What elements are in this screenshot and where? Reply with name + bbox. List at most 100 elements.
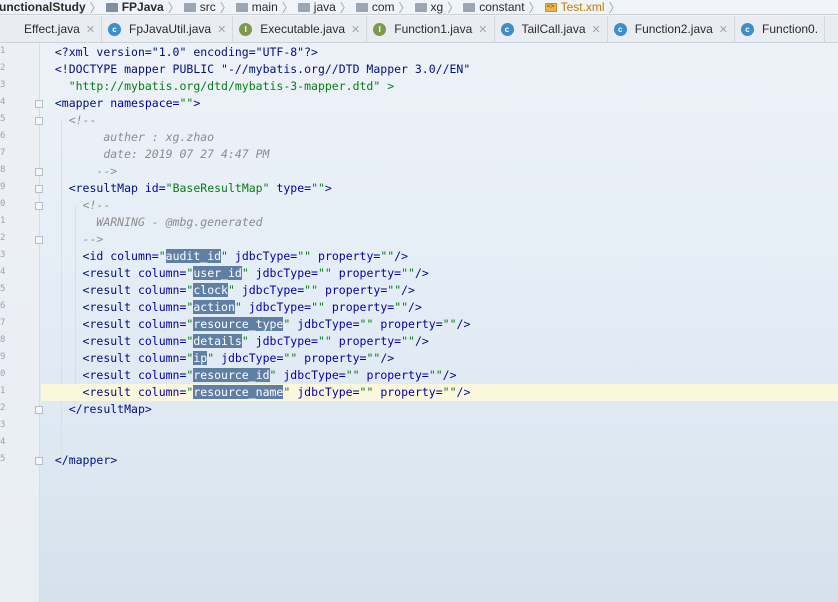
close-icon[interactable]: ✕ [86,23,95,36]
breadcrumb-separator-icon: 〉 [398,0,411,15]
folder-icon [463,2,476,12]
line-number: 5 [0,454,6,464]
line-number: 9 [0,352,6,362]
folder-icon [297,2,310,12]
code-line: <!-- [82,198,111,212]
line-number: 1 [0,46,6,56]
line-number: 8 [0,165,6,175]
breadcrumb-separator-icon: 〉 [608,0,621,15]
code-line: WARNING - @mbg.generated [96,215,263,229]
breadcrumb-separator-icon: 〉 [89,0,102,15]
selected-text: ip [193,351,208,365]
class-icon: c [108,22,122,36]
line-number: 1 [0,386,6,396]
line-number: 2 [0,63,6,73]
xml-file-icon: <> [544,2,557,12]
project-folder-icon [105,2,118,12]
breadcrumb-item-constant[interactable]: constant [460,0,527,14]
selected-text: audit_id [165,249,222,263]
breadcrumb-separator-icon: 〉 [281,0,294,15]
line-number: 2 [0,403,6,413]
code-line: date: 2019 07 27 4:47 PM [103,147,270,161]
code-content[interactable]: <?xml version="1.0" encoding="UTF-8"?> <… [41,44,838,469]
code-line: </resultMap> [68,402,152,416]
tab-fpjavautil-java[interactable]: c FpJavaUtil.java ✕ [102,16,234,42]
class-icon: c [500,22,514,36]
selected-text: action [193,300,235,314]
selected-text: resource_name [193,385,284,399]
editor-gutter[interactable]: 1 2 3 4 5 6 7 8 9 0 1 2 3 4 5 6 7 8 9 0 … [0,44,43,602]
close-icon[interactable]: ✕ [351,23,360,36]
breadcrumb-separator-icon: 〉 [528,0,541,15]
breadcrumb-item-com[interactable]: com [353,0,398,14]
line-number: 3 [0,250,6,260]
editor-tab-bar: Effect.java ✕ c FpJavaUtil.java ✕ I Exec… [0,16,838,43]
interface-icon: I [373,22,387,36]
breadcrumb-item-src[interactable]: src [181,0,219,14]
close-icon[interactable]: ✕ [217,23,226,36]
code-line: <result column="resource_id" jdbcType=""… [82,368,457,382]
breadcrumb-separator-icon: 〉 [219,0,232,15]
line-number: 4 [0,267,6,277]
line-number: 2 [0,233,6,243]
line-number: 7 [0,318,6,328]
line-number: 9 [0,182,6,192]
code-editor[interactable]: <?xml version="1.0" encoding="UTF-8"?> <… [41,44,838,602]
tab-function1-java[interactable]: I Function1.java ✕ [367,16,495,42]
breadcrumb-item-fpjava[interactable]: FPJava [103,0,167,14]
code-line: <result column="resource_type" jdbcType=… [82,317,471,331]
code-line: <result column="action" jdbcType="" prop… [82,300,422,314]
code-line: <result column="details" jdbcType="" pro… [82,334,429,348]
tab-executable-java[interactable]: I Executable.java ✕ [233,16,368,42]
line-number: 6 [0,131,6,141]
code-line: <?xml version="1.0" encoding="UTF-8"?> [54,45,318,59]
tab-function0-java[interactable]: c Function0. [735,16,826,42]
close-icon[interactable]: ✕ [719,23,728,36]
breadcrumb-item-xg[interactable]: xg [412,0,447,14]
breadcrumb-separator-icon: 〉 [447,0,460,15]
folder-icon [183,2,196,12]
code-line: auther : xg.zhao [103,130,215,144]
breadcrumb-item-test-xml[interactable]: <> Test.xml [542,0,608,14]
tab-function2-java[interactable]: c Function2.java ✕ [608,16,736,42]
line-number: 7 [0,148,6,158]
breadcrumb: unctionalStudy 〉 FPJava 〉 src 〉 main 〉 j… [0,0,838,15]
line-number: 8 [0,335,6,345]
code-line: <!DOCTYPE mapper PUBLIC "-//mybatis.org/… [54,62,471,76]
code-line: <mapper namespace=""> [54,96,201,110]
selected-text: resource_type [193,317,284,331]
code-line: "http://mybatis.org/dtd/mybatis-3-mapper… [68,79,395,93]
selected-text: user_id [193,266,242,280]
class-icon: c [613,22,627,36]
line-number: 3 [0,420,6,430]
line-number: 4 [0,437,6,447]
folder-icon [414,2,427,12]
tab-tailcall-java[interactable]: c TailCall.java ✕ [495,16,608,42]
selected-text: clock [193,283,228,297]
code-line: <id column="audit_id" jdbcType="" proper… [82,249,409,263]
code-line: <result column="ip" jdbcType="" property… [82,351,395,365]
breadcrumb-separator-icon: 〉 [339,0,352,15]
selected-text: resource_id [193,368,270,382]
breadcrumb-item-project-root[interactable]: unctionalStudy [0,0,89,14]
code-line-current: <result column="resource_name" jdbcType=… [41,384,838,401]
folder-icon [355,2,368,12]
line-number: 6 [0,301,6,311]
breadcrumb-item-main[interactable]: main [233,0,281,14]
code-line: <!-- [68,113,97,127]
interface-icon: I [239,22,253,36]
code-line: --> [96,164,118,178]
line-number: 0 [0,369,6,379]
code-line: <resultMap id="BaseResultMap" type=""> [68,181,332,195]
code-line: <result column="clock" jdbcType="" prope… [82,283,415,297]
close-icon[interactable]: ✕ [478,23,487,36]
breadcrumb-separator-icon: 〉 [167,0,180,15]
tab-effect-java[interactable]: Effect.java ✕ [0,16,103,42]
line-number: 5 [0,284,6,294]
folder-icon [235,2,248,12]
line-number: 5 [0,114,6,124]
close-icon[interactable]: ✕ [592,23,601,36]
breadcrumb-item-java[interactable]: java [295,0,339,14]
